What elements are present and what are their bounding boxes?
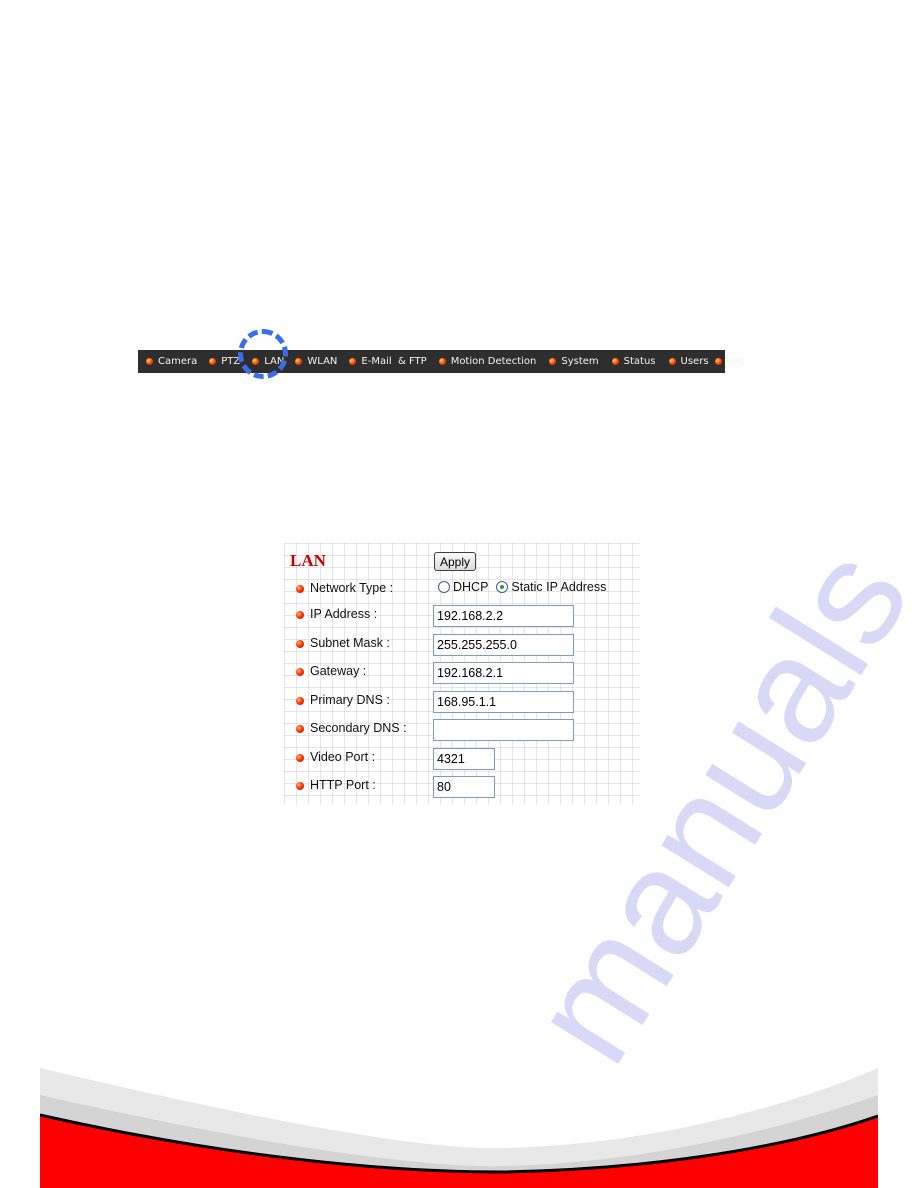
nav-item-camera[interactable]: Camera — [146, 356, 197, 367]
subnet-mask-input[interactable] — [433, 634, 574, 656]
ip-address-label: IP Address : — [310, 607, 378, 621]
nav-item-wlan[interactable]: WLAN — [295, 356, 337, 367]
nav-item-motion-detection[interactable]: Motion Detection — [438, 356, 537, 367]
ip-address-row: IP Address : — [284, 605, 640, 627]
primary-dns-row: Primary DNS : — [284, 691, 640, 713]
footer-swoosh — [40, 1068, 878, 1188]
bullet-icon — [146, 358, 153, 365]
bullet-icon — [349, 358, 357, 365]
nav-item-label: Motion Detection — [450, 356, 537, 367]
top-nav-bar: Camera PTZ LAN WLAN E-Mail & FTP Motion … — [138, 350, 744, 373]
bullet-icon — [611, 358, 619, 365]
nav-item-email-ftp[interactable]: E-Mail & FTP — [349, 356, 427, 367]
lan-settings-panel: LAN Apply Network Type : DHCP Static IP … — [284, 543, 640, 805]
network-type-row: Network Type : DHCP Static IP Address — [284, 579, 640, 601]
gateway-input[interactable] — [433, 662, 574, 684]
nav-item-label: System — [561, 356, 599, 367]
dhcp-radio-label[interactable]: DHCP — [453, 580, 488, 594]
bullet-icon — [209, 358, 217, 365]
bullet-icon — [252, 358, 260, 365]
bullet-icon — [296, 725, 304, 733]
nav-item-status[interactable]: Status — [611, 356, 656, 367]
video-port-label: Video Port : — [310, 750, 376, 764]
bullet-icon — [296, 611, 304, 619]
nav-item-label: Users — [680, 356, 709, 367]
bullet-icon — [296, 782, 304, 790]
nav-item-label: WLAN — [307, 356, 338, 367]
nav-item-users[interactable]: Users — [668, 356, 709, 367]
panel-title: LAN — [290, 551, 326, 570]
bullet-icon — [296, 668, 304, 676]
subnet-mask-row: Subnet Mask : — [284, 634, 640, 656]
http-port-row: HTTP Port : — [284, 776, 640, 798]
bullet-icon — [296, 640, 304, 648]
bullet-icon — [296, 697, 304, 705]
nav-item-label: Camera — [158, 356, 198, 367]
gateway-label: Gateway : — [310, 664, 367, 678]
bullet-icon — [296, 585, 304, 593]
video-port-input[interactable] — [433, 748, 495, 770]
bullet-icon — [295, 358, 303, 365]
apply-button[interactable]: Apply — [434, 552, 476, 571]
nav-item-label: Status — [623, 356, 656, 367]
nav-item-ptz[interactable]: PTZ — [209, 356, 240, 367]
primary-dns-input[interactable] — [433, 691, 574, 713]
nav-item-system[interactable]: System — [549, 356, 599, 367]
nav-item-label: E-Mail & FTP — [361, 356, 427, 367]
bullet-icon — [668, 358, 676, 365]
http-port-input[interactable] — [433, 776, 495, 798]
nav-item-lan[interactable]: LAN — [252, 356, 284, 367]
http-port-label: HTTP Port : — [310, 778, 376, 792]
nav-item-log[interactable]: Log — [714, 356, 745, 367]
secondary-dns-label: Secondary DNS : — [310, 721, 407, 735]
primary-dns-label: Primary DNS : — [310, 693, 390, 707]
bullet-icon — [714, 358, 722, 365]
network-type-radio-group: DHCP Static IP Address — [438, 580, 614, 594]
static-ip-radio-label[interactable]: Static IP Address — [511, 580, 606, 594]
dhcp-radio[interactable] — [438, 581, 450, 593]
network-type-label: Network Type : — [310, 581, 394, 595]
static-ip-radio[interactable] — [496, 581, 509, 593]
nav-item-label: LAN — [264, 356, 285, 367]
ip-address-input[interactable] — [433, 605, 574, 627]
nav-item-label: Log — [726, 356, 745, 367]
bullet-icon — [296, 754, 304, 762]
video-port-row: Video Port : — [284, 748, 640, 770]
secondary-dns-input[interactable] — [433, 719, 574, 741]
nav-item-label: PTZ — [221, 356, 241, 367]
bullet-icon — [438, 358, 446, 365]
subnet-mask-label: Subnet Mask : — [310, 636, 390, 650]
secondary-dns-row: Secondary DNS : — [284, 719, 640, 741]
bullet-icon — [549, 358, 557, 365]
gateway-row: Gateway : — [284, 662, 640, 684]
